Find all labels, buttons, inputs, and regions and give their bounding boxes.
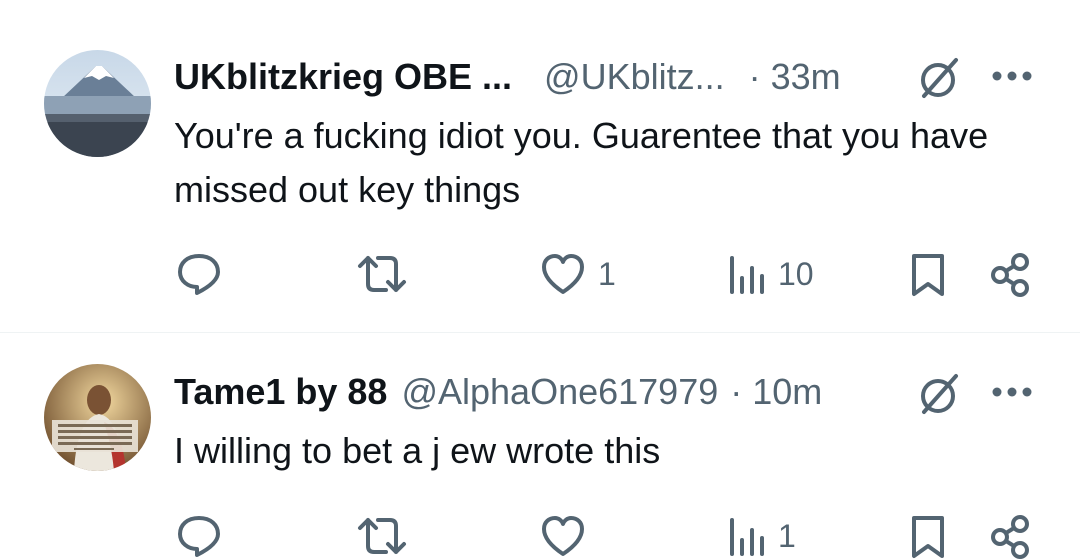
avatar[interactable] [44,50,151,157]
display-name[interactable]: Tame1 by 88 [174,370,387,414]
timestamp[interactable]: 10m [752,370,822,414]
like-button[interactable] [540,514,586,558]
heart-icon [542,516,584,556]
heart-icon [542,254,584,294]
post-text: You're a fucking idiot you. Guarentee th… [174,115,989,210]
grok-icon[interactable] [914,370,962,418]
timestamp[interactable]: 33m [771,55,841,99]
views-icon [730,256,764,294]
avatar[interactable] [44,364,151,471]
handle[interactable]: @UKblitz... [544,55,725,99]
handle[interactable]: @AlphaOne617979 [401,370,718,414]
bookmark-button[interactable] [908,514,948,560]
like-button[interactable]: 1 [540,252,616,296]
repost-button[interactable] [356,514,408,558]
views-count: 10 [778,255,814,292]
repost-button[interactable] [356,252,408,296]
more-icon[interactable] [990,66,1034,86]
more-icon[interactable] [990,382,1034,402]
reply-icon [178,516,220,557]
reply-button[interactable] [176,514,222,558]
repost-icon [358,518,406,554]
views-icon [730,518,764,556]
separator-dot: · [730,371,743,412]
bookmark-icon [912,516,944,558]
share-button[interactable] [988,514,1032,560]
grok-icon[interactable] [914,54,962,102]
views-button[interactable]: 1 [726,514,796,558]
display-name[interactable]: UKblitzkrieg OBE ... [174,55,512,99]
views-button[interactable]: 10 [726,252,814,296]
share-icon [991,515,1029,559]
post-text: I willing to bet a j ew wrote this [174,430,661,471]
bookmark-icon [912,254,944,296]
repost-icon [358,256,406,292]
reply-button[interactable] [176,252,222,296]
reply-icon [178,254,220,295]
like-count: 1 [598,255,616,292]
share-button[interactable] [988,252,1032,298]
post-divider [0,332,1080,333]
separator-dot: · [748,56,761,97]
views-count: 1 [778,517,796,554]
share-icon [991,253,1029,297]
bookmark-button[interactable] [908,252,948,298]
